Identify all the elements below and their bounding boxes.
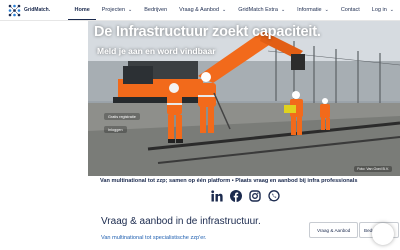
inloggen-button[interactable]: Inloggen [104, 126, 127, 133]
nav-vraag-aanbod[interactable]: Vraag & Aanbod ⌄ [173, 0, 232, 20]
hero-subtitle: Meld je aan en word vindbaar [97, 46, 216, 56]
hero-banner: De Infrastructuur zoekt capaciteit. Meld… [88, 21, 400, 176]
top-navigation: GridMatch. Home Projecten ⌄ Bedrijven Vra… [0, 0, 400, 21]
nav-bedrijven[interactable]: Bedrijven [138, 0, 173, 20]
nav-informatie[interactable]: Informatie ⌄ [291, 0, 335, 20]
chevron-down-icon: ⌄ [128, 7, 133, 13]
nav-login-label: Log in [371, 7, 387, 13]
chevron-down-icon: ⌄ [280, 7, 286, 13]
nav-bedrijven-label: Bedrijven [144, 7, 168, 13]
nav-vraag-aanbod-label: Vraag & Aanbod [179, 7, 220, 13]
chat-launcher-button[interactable] [372, 223, 394, 245]
facebook-icon[interactable] [230, 190, 242, 202]
linkedin-icon[interactable] [211, 190, 223, 202]
nav-login[interactable]: Log in ⌄ [366, 0, 400, 20]
instagram-icon[interactable] [249, 190, 261, 202]
whatsapp-icon[interactable] [268, 190, 280, 202]
section-title: Vraag & aanbod in de infrastructuur. [101, 216, 261, 227]
nav-informatie-label: Informatie [297, 7, 322, 13]
logo-grid-icon [8, 4, 21, 16]
hero-title: De Infrastructuur zoekt capaciteit. [94, 24, 321, 40]
hero-photo [88, 21, 400, 176]
worker-4 [320, 98, 330, 130]
nav-projecten[interactable]: Projecten ⌄ [96, 0, 138, 20]
nav-home[interactable]: Home [68, 0, 96, 20]
nav-contact-label: Contact [340, 7, 360, 13]
chevron-down-icon: ⌄ [389, 7, 394, 13]
nav-gridmatch-extra-label: GridMatch Extra [238, 7, 278, 13]
nav-contact[interactable]: Contact [335, 0, 366, 20]
nav-projecten-label: Projecten [101, 7, 126, 13]
main-menu: Home Projecten ⌄ Bedrijven Vraag & Aanbod… [68, 0, 400, 20]
left-whitespace [0, 21, 88, 250]
vraag-aanbod-button[interactable]: Vraag & Aanbod [309, 222, 359, 238]
gratis-registratie-button[interactable]: Gratis registratie [104, 113, 140, 120]
social-links [211, 190, 287, 202]
photo-credit: Foto: Van Oord B.V. [354, 166, 392, 172]
nav-gridmatch-extra[interactable]: GridMatch Extra ⌄ [232, 0, 291, 20]
ticker-text: Van multinational tot zzp; samen op één … [100, 178, 358, 184]
gridmatch-logo[interactable]: GridMatch. [8, 4, 60, 17]
section-subtitle: Van multinational tot specialistische zz… [101, 235, 207, 241]
nav-home-label: Home [74, 6, 90, 13]
chevron-down-icon: ⌄ [222, 7, 227, 13]
chevron-down-icon: ⌄ [324, 7, 329, 13]
logo-text: GridMatch. [24, 7, 51, 13]
